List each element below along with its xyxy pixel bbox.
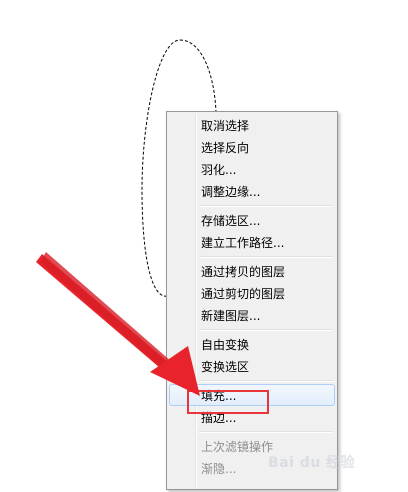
context-menu-list: 取消选择选择反向羽化... 调整边缘... 存储选区... 建立工作路径... 通过拷贝… (169, 114, 335, 479)
menu-item[interactable]: 取消选择 (169, 114, 335, 136)
menu-separator (169, 428, 335, 435)
context-menu: 取消选择选择反向羽化... 调整边缘... 存储选区... 建立工作路径... 通过拷贝… (166, 111, 338, 490)
menu-item-label: 调整边缘... (201, 185, 261, 199)
menu-item[interactable]: 羽化... (169, 158, 335, 180)
menu-item[interactable]: 通过拷贝的图层 (169, 260, 335, 282)
watermark-text: Bai du 经验 (268, 455, 356, 471)
menu-item-label: 新建图层... (201, 309, 261, 323)
highlight-box-fill (187, 390, 269, 414)
menu-item[interactable]: 建立工作路径... (169, 231, 335, 253)
menu-item-label: 建立工作路径... (201, 236, 285, 250)
menu-item[interactable]: 变换选区 (169, 355, 335, 377)
menu-item-label: 取消选择 (201, 119, 250, 133)
baidu-watermark: Bai du 经验 (258, 450, 378, 476)
menu-separator (169, 377, 335, 384)
menu-item-label: 选择反向 (201, 141, 250, 155)
menu-item-label: 羽化... (201, 163, 237, 177)
canvas-area: 取消选择选择反向羽化... 调整边缘... 存储选区... 建立工作路径... 通过拷贝… (0, 0, 408, 492)
menu-item-label: 渐隐... (201, 462, 237, 476)
menu-item-label: 存储选区... (201, 214, 261, 228)
menu-item[interactable]: 存储选区... (169, 209, 335, 231)
menu-separator (169, 326, 335, 333)
menu-separator (169, 253, 335, 260)
menu-item[interactable]: 选择反向 (169, 136, 335, 158)
menu-separator (169, 202, 335, 209)
menu-item-label: 通过剪切的图层 (201, 287, 286, 301)
menu-item[interactable]: 新建图层... (169, 304, 335, 326)
menu-item-label: 自由变换 (201, 338, 250, 352)
menu-item-label: 变换选区 (201, 360, 250, 374)
menu-item[interactable]: 通过剪切的图层 (169, 282, 335, 304)
menu-item[interactable]: 自由变换 (169, 333, 335, 355)
menu-item[interactable]: 调整边缘... (169, 180, 335, 202)
menu-item-label: 通过拷贝的图层 (201, 265, 286, 279)
